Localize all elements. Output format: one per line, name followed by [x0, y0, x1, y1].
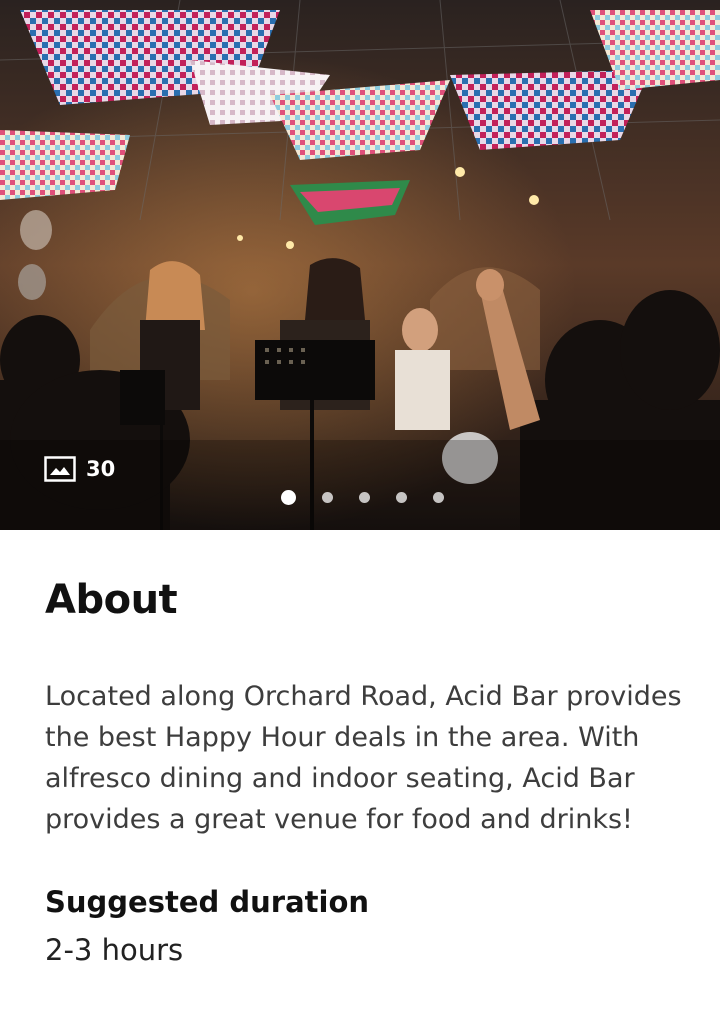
about-description: Located along Orchard Road, Acid Bar pro…: [45, 681, 682, 835]
photo-gallery[interactable]: 30: [0, 0, 720, 530]
carousel-dot-4[interactable]: [396, 492, 407, 503]
carousel-dot-2[interactable]: [322, 492, 333, 503]
suggested-duration-heading: Suggested duration: [45, 885, 370, 919]
photo-count-label: 30: [86, 457, 116, 481]
about-heading: About: [45, 577, 178, 623]
gallery-photo[interactable]: [0, 0, 720, 530]
carousel-pagination[interactable]: [0, 490, 720, 505]
carousel-dot-5[interactable]: [433, 492, 444, 503]
carousel-dot-3[interactable]: [359, 492, 370, 503]
image-icon: [44, 456, 76, 482]
photo-count-badge[interactable]: 30: [44, 456, 115, 482]
carousel-dot-1[interactable]: [281, 490, 296, 505]
suggested-duration-value: 2-3 hours: [45, 933, 184, 967]
about-section: About Located along Orchard Road, Acid B…: [0, 530, 720, 968]
